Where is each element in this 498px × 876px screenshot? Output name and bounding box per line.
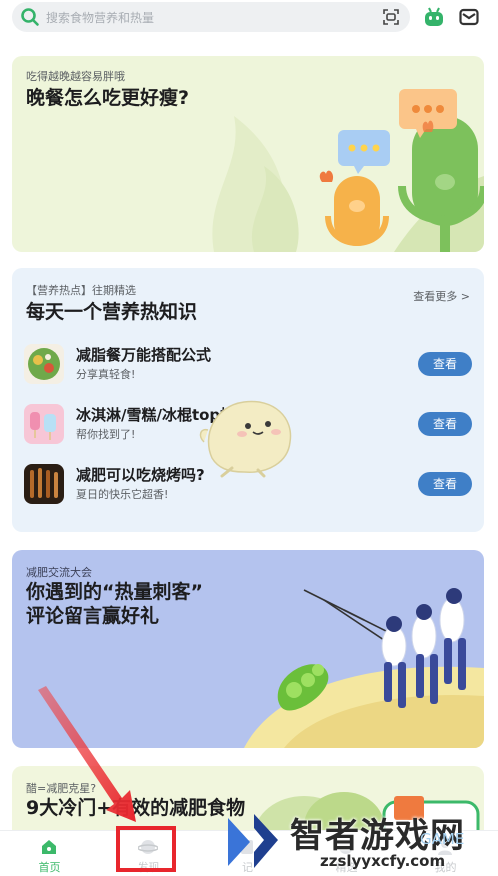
mascot-sticker [199,400,292,478]
home-icon [42,840,56,854]
site-watermark: 智者游戏网 GAME zzslyyxcfy.com [224,806,498,876]
view-button[interactable]: 查看 [418,412,472,436]
banner-eyebrow: 醋=减肥克星? [26,782,97,795]
banner-title: 9大冷门+有效的减肥食物 [26,797,246,819]
watermark-logo [228,814,278,868]
top-bar: 搜索食物营养和热量 [0,0,498,38]
item-subtitle: 帮你找到了! [76,428,136,441]
banner-title-line2: 评论留言赢好礼 [26,605,160,627]
banner-eyebrow: 吃得越晚越容易胖哦 [26,70,125,83]
calorie-assassin-banner[interactable]: 减肥交流大会 你遇到的“热量刺客” 评论留言赢好礼 [12,550,484,748]
icecream-thumbnail [24,404,64,444]
fencing-illustration [244,588,484,748]
banner-title-line1: 你遇到的“热量刺客” [26,581,203,603]
search-placeholder: 搜索食物营养和热量 [46,11,155,25]
search-bar[interactable]: 搜索食物营养和热量 [12,2,410,32]
see-more-link[interactable]: 查看更多 > [413,288,470,304]
item-subtitle: 夏日的快乐它超香! [76,488,169,501]
discover-tab-highlight [116,826,176,872]
item-title: 减肥可以吃烧烤吗? [76,466,205,484]
watermark-url: zzslyyxcfy.com [320,852,446,870]
tab-label: 首页 [38,861,61,874]
view-button[interactable]: 查看 [418,472,472,496]
hot-eyebrow: 【营养热点】往期精选 [26,284,136,297]
item-title: 减脂餐万能搭配公式 [76,346,212,364]
view-button[interactable]: 查看 [418,352,472,376]
tab-home[interactable]: 首页 [0,831,99,876]
salad-thumbnail [24,344,64,384]
mail-icon[interactable] [459,8,479,26]
dinner-banner[interactable]: 吃得越晚越容易胖哦 晚餐怎么吃更好瘦? [12,56,484,252]
banner-title: 晚餐怎么吃更好瘦? [26,87,190,109]
search-icon [21,8,39,26]
bbq-thumbnail [24,464,64,504]
item-subtitle: 分享真轻食! [76,368,136,381]
list-item[interactable]: 减脂餐万能搭配公式 分享真轻食! 查看 [24,342,472,386]
scan-icon[interactable] [382,8,400,26]
banner-eyebrow: 减肥交流大会 [26,566,92,579]
microphone-illustration [212,89,484,252]
robot-icon[interactable] [423,6,445,28]
hot-title: 每天一个营养热知识 [26,301,198,323]
watermark-game: GAME [420,830,465,848]
